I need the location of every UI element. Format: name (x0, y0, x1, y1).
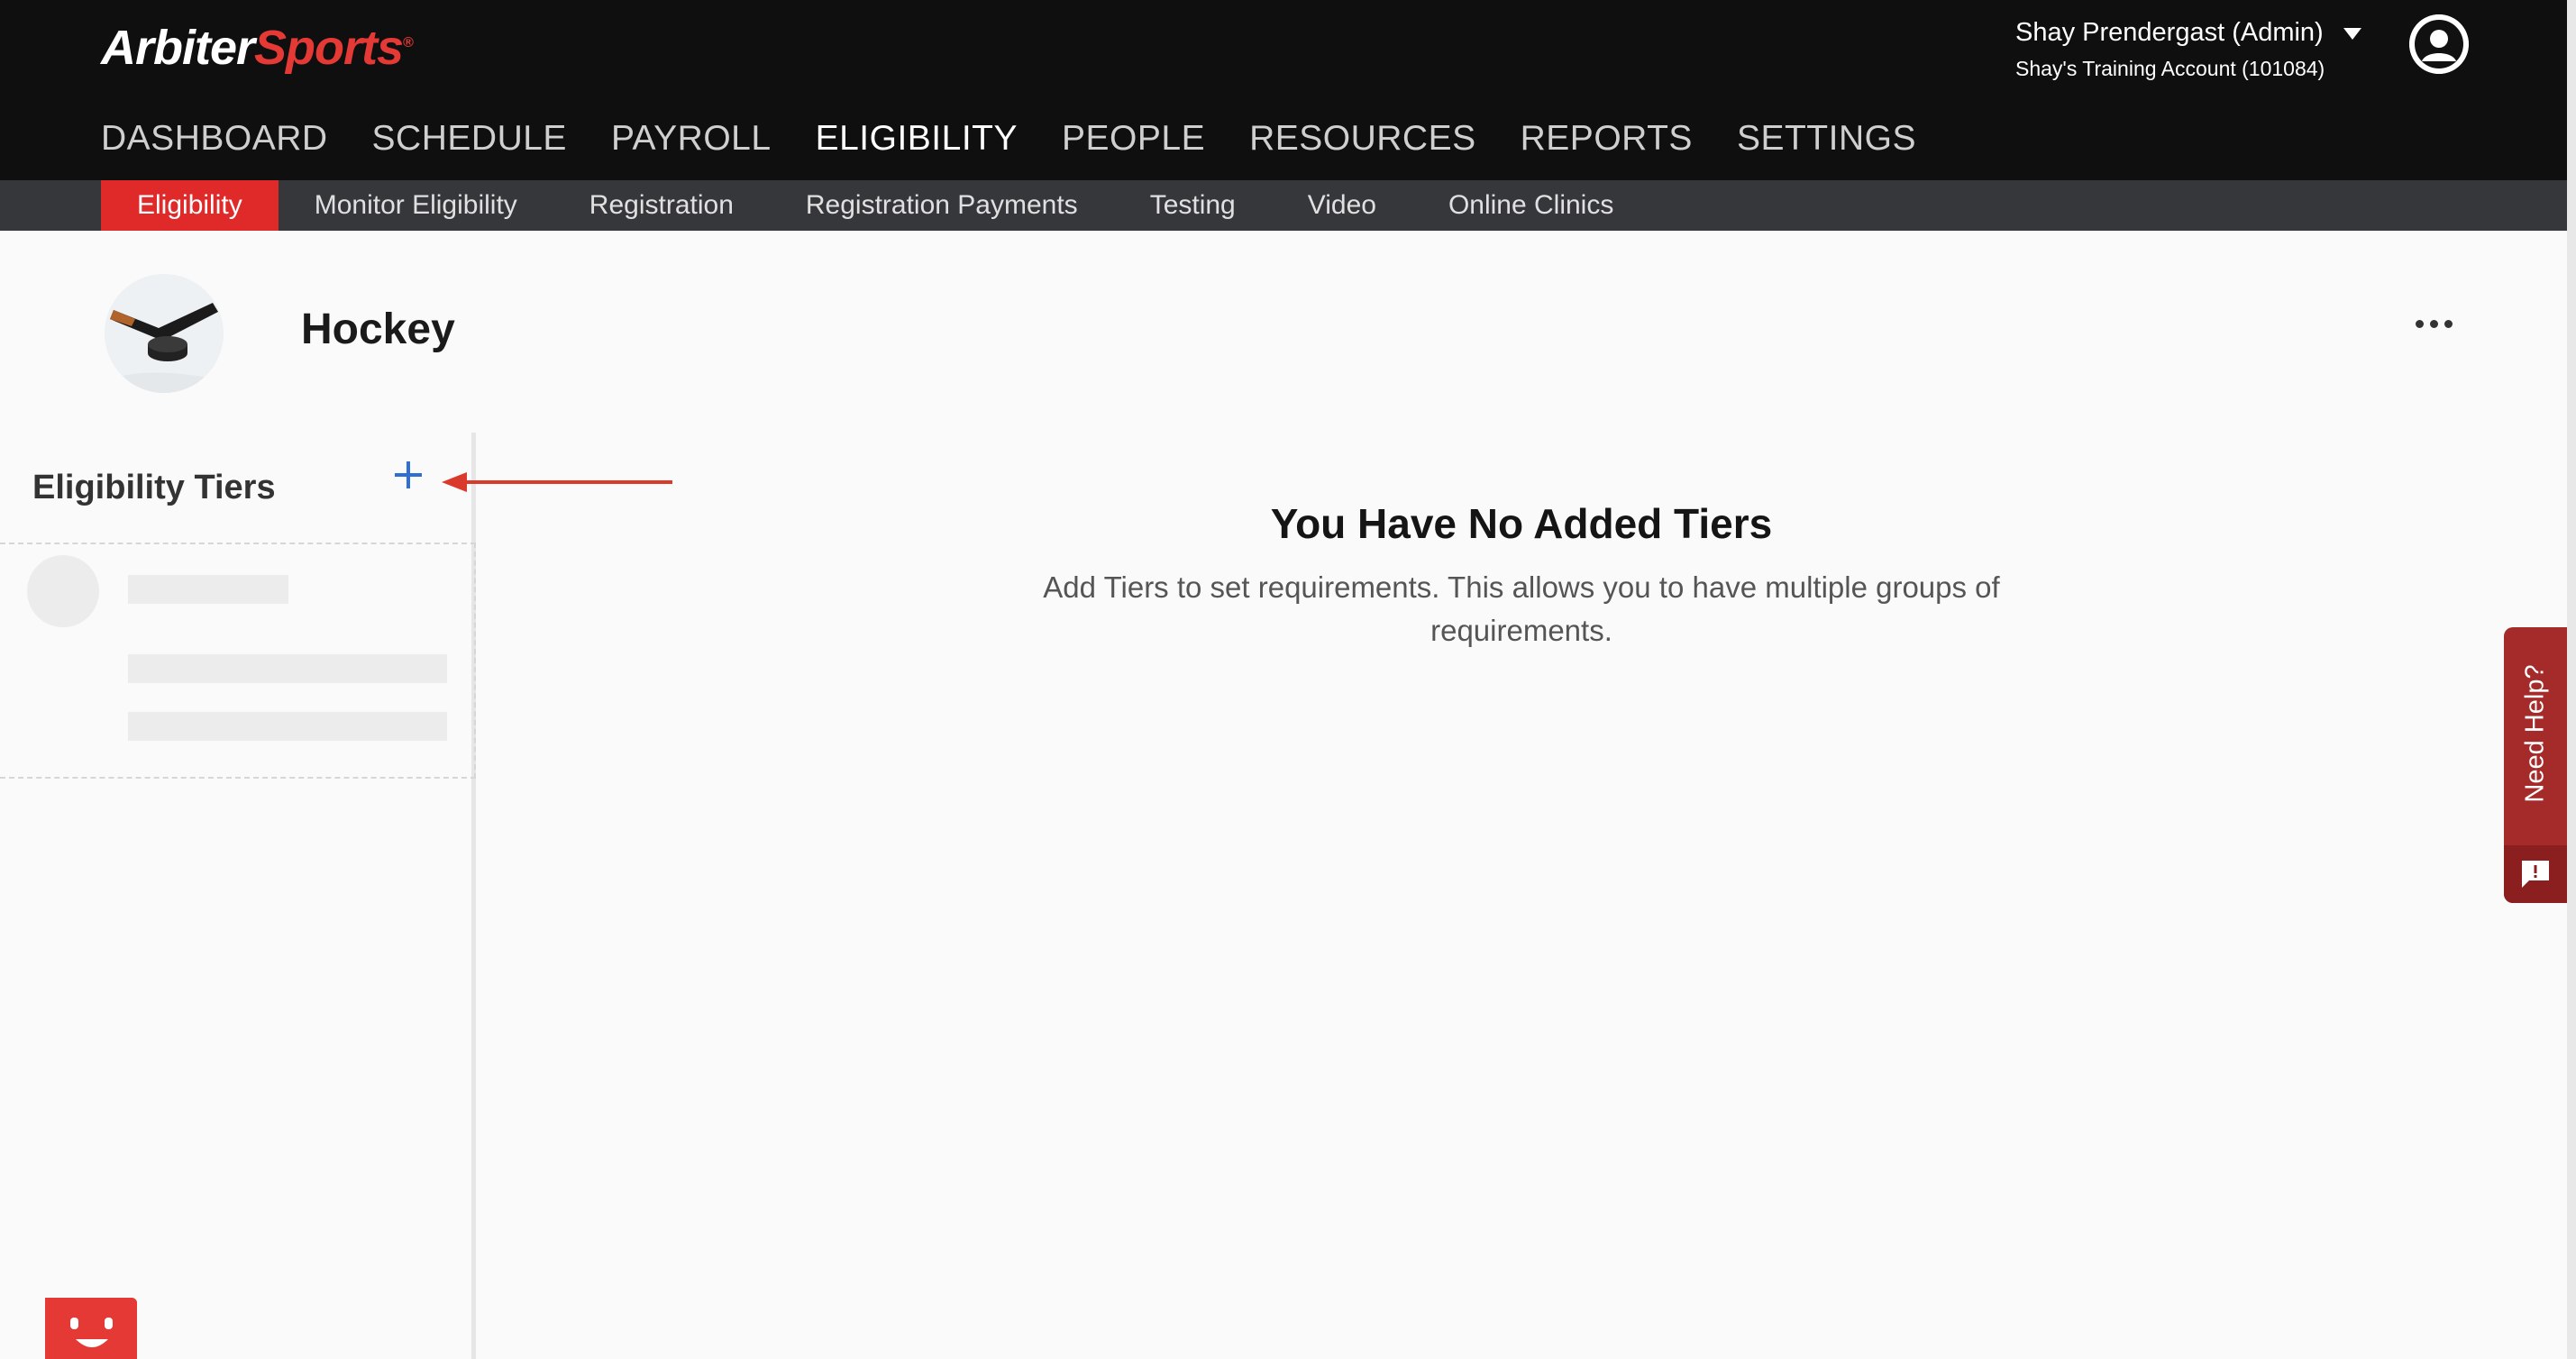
user-menu[interactable]: Shay Prendergast (Admin) Shay's Training… (2015, 18, 2362, 81)
tab-testing[interactable]: Testing (1114, 180, 1272, 231)
chevron-down-icon[interactable] (2343, 28, 2362, 41)
page-title: Hockey (301, 306, 455, 353)
chatbot-icon[interactable] (45, 1298, 137, 1359)
need-help-tab[interactable]: Need Help? (2504, 627, 2567, 903)
nav-reports[interactable]: REPORTS (1521, 119, 1693, 159)
empty-state-message: Add Tiers to set requirements. This allo… (1043, 570, 2000, 647)
tab-online-clinics[interactable]: Online Clinics (1412, 180, 1649, 231)
scrollbar[interactable] (2567, 0, 2576, 1359)
placeholder-line (128, 712, 447, 741)
nav-people[interactable]: PEOPLE (1062, 119, 1205, 159)
nav-schedule[interactable]: SCHEDULE (372, 119, 567, 159)
more-options-icon[interactable] (2416, 320, 2453, 328)
account-name: Shay's Training Account (101084) (2015, 57, 2325, 80)
tab-eligibility[interactable]: Eligibility (101, 180, 279, 231)
nav-settings[interactable]: SETTINGS (1737, 119, 1916, 159)
sidebar-title: Eligibility Tiers (32, 469, 276, 506)
loading-placeholder (0, 543, 476, 779)
tab-monitor-eligibility[interactable]: Monitor Eligibility (279, 180, 553, 231)
main-nav: DASHBOARD SCHEDULE PAYROLL ELIGIBILITY P… (101, 119, 1916, 159)
arbitersports-logo[interactable]: ArbiterSports® (101, 20, 414, 76)
empty-state-heading: You Have No Added Tiers (1270, 500, 1773, 547)
placeholder-line (128, 654, 447, 683)
nav-eligibility[interactable]: ELIGIBILITY (816, 119, 1018, 159)
tab-registration[interactable]: Registration (553, 180, 770, 231)
tiers-sidebar: Eligibility Tiers (0, 433, 476, 1359)
user-name[interactable]: Shay Prendergast (Admin) (2015, 18, 2324, 48)
top-header: ArbiterSports® Shay Prendergast (Admin) … (0, 0, 2567, 180)
empty-state: You Have No Added Tiers Add Tiers to set… (981, 499, 2062, 652)
need-help-label: Need Help? (2520, 664, 2550, 803)
tab-registration-payments[interactable]: Registration Payments (770, 180, 1114, 231)
user-icon (2409, 14, 2469, 74)
placeholder-avatar (27, 555, 99, 627)
feedback-icon (2504, 845, 2567, 903)
annotation-arrow-icon (442, 472, 672, 492)
nav-dashboard[interactable]: DASHBOARD (101, 119, 328, 159)
hockey-puck-icon (105, 274, 224, 393)
placeholder-line (128, 575, 288, 604)
avatar[interactable] (2409, 14, 2469, 74)
nav-payroll[interactable]: PAYROLL (611, 119, 772, 159)
nav-resources[interactable]: RESOURCES (1249, 119, 1476, 159)
tab-video[interactable]: Video (1272, 180, 1412, 231)
plus-icon[interactable] (393, 460, 424, 490)
sub-nav: Eligibility Monitor Eligibility Registra… (0, 180, 2567, 231)
